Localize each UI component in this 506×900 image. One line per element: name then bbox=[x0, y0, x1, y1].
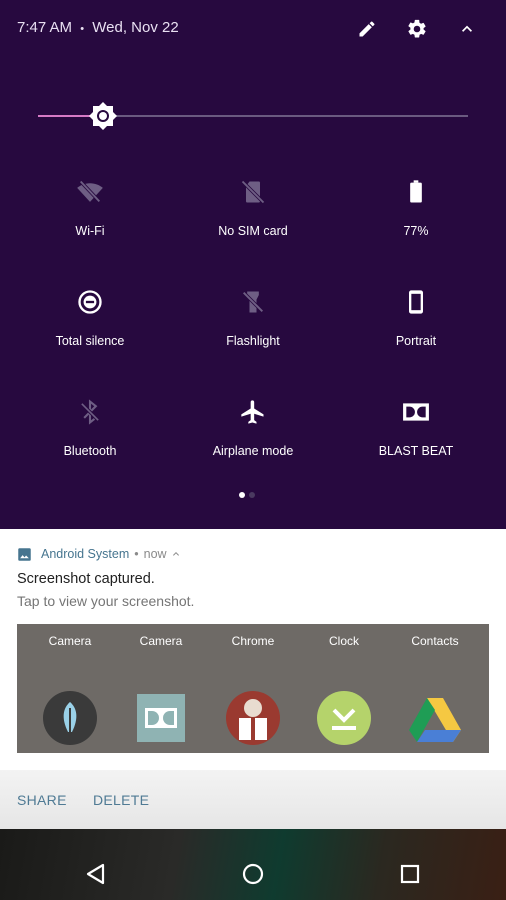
notification-actions: SHARE DELETE bbox=[0, 770, 506, 829]
recents-icon[interactable] bbox=[397, 861, 423, 887]
settings-gear-icon bbox=[408, 19, 426, 38]
notification-time: now bbox=[143, 547, 167, 561]
tile-blast-beat[interactable]: BLAST BEAT bbox=[341, 398, 491, 488]
preview-app-label: Contacts bbox=[411, 634, 459, 648]
preview-app-label: Chrome bbox=[231, 634, 275, 648]
total-silence-icon bbox=[76, 288, 104, 316]
back-icon[interactable] bbox=[83, 861, 109, 887]
bluetooth-off-icon bbox=[76, 398, 104, 426]
navigation-bar bbox=[0, 847, 506, 900]
flashlight-off-icon bbox=[239, 288, 267, 316]
tile-total-silence-label: Total silence bbox=[55, 334, 125, 348]
tile-no-sim[interactable]: No SIM card bbox=[178, 178, 328, 268]
screenshot-notification[interactable]: Android System • now Screenshot captured… bbox=[0, 529, 506, 829]
collapse-button[interactable] bbox=[452, 14, 482, 44]
delete-button[interactable]: DELETE bbox=[93, 792, 149, 808]
dolby-icon bbox=[402, 398, 430, 426]
status-separator: • bbox=[80, 23, 85, 35]
notification-text: Tap to view your screenshot. bbox=[17, 593, 195, 609]
preview-app-label: Camera bbox=[139, 634, 183, 648]
preview-app-label: Camera bbox=[48, 634, 92, 648]
page-dot-active bbox=[239, 492, 245, 498]
tile-bluetooth-label: Bluetooth bbox=[63, 444, 117, 458]
airplane-icon bbox=[239, 398, 267, 426]
status-date: Wed, Nov 22 bbox=[92, 19, 179, 36]
settings-button[interactable] bbox=[402, 14, 432, 44]
preview-app-label: Clock bbox=[328, 634, 359, 648]
tile-battery[interactable]: 77% bbox=[341, 178, 491, 268]
screenshot-preview[interactable]: Camera Camera Chrome Clock Contacts bbox=[17, 624, 489, 753]
brightness-slider[interactable] bbox=[38, 100, 468, 132]
tile-airplane[interactable]: Airplane mode bbox=[178, 398, 328, 488]
feather-app-icon bbox=[43, 691, 97, 745]
tile-total-silence[interactable]: Total silence bbox=[15, 288, 165, 378]
edit-button[interactable] bbox=[352, 14, 382, 44]
tile-no-sim-label: No SIM card bbox=[218, 224, 288, 238]
reader-app-icon bbox=[226, 691, 280, 745]
battery-icon bbox=[402, 178, 430, 206]
tile-blast-beat-label: BLAST BEAT bbox=[378, 444, 454, 458]
collapse-chevron-up-icon bbox=[462, 25, 472, 32]
download-app-icon bbox=[317, 691, 371, 745]
edit-icon bbox=[359, 21, 375, 37]
notification-title: Screenshot captured. bbox=[17, 571, 155, 587]
quick-settings-panel: 7:47 AM • Wed, Nov 22 Wi-Fi No SIM card … bbox=[0, 0, 506, 529]
status-datetime: 7:47 AM • Wed, Nov 22 bbox=[17, 19, 179, 36]
status-time: 7:47 AM bbox=[17, 19, 73, 36]
notification-app-name: Android System bbox=[41, 547, 130, 561]
drive-app-icon bbox=[409, 698, 461, 742]
brightness-sun-icon bbox=[88, 102, 117, 130]
tile-wifi[interactable]: Wi-Fi bbox=[15, 178, 165, 268]
share-button[interactable]: SHARE bbox=[17, 792, 67, 808]
notification-header[interactable]: Android System • now bbox=[17, 546, 182, 562]
home-icon[interactable] bbox=[240, 861, 266, 887]
tile-flashlight-label: Flashlight bbox=[226, 334, 280, 348]
tile-portrait-label: Portrait bbox=[395, 334, 437, 348]
tile-bluetooth[interactable]: Bluetooth bbox=[15, 398, 165, 488]
tile-wifi-label: Wi-Fi bbox=[75, 224, 105, 238]
notification-separator: • bbox=[134, 547, 139, 561]
image-icon bbox=[18, 547, 31, 561]
wifi-off-icon bbox=[76, 178, 104, 206]
no-sim-icon bbox=[239, 178, 267, 206]
tile-airplane-label: Airplane mode bbox=[212, 444, 294, 458]
portrait-rotation-icon bbox=[402, 288, 430, 316]
brightness-thumb[interactable] bbox=[87, 100, 119, 132]
dolby-app-icon bbox=[137, 694, 185, 742]
expand-chevron-up-icon[interactable] bbox=[170, 548, 182, 560]
page-dot bbox=[249, 492, 255, 498]
tile-flashlight[interactable]: Flashlight bbox=[178, 288, 328, 378]
tile-battery-label: 77% bbox=[403, 224, 429, 238]
tile-portrait[interactable]: Portrait bbox=[341, 288, 491, 378]
